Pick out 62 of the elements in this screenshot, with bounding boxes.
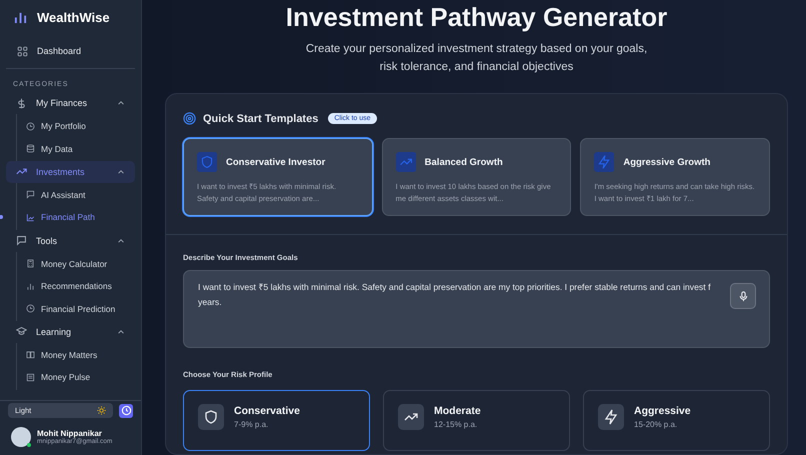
risk-card[interactable]: Moderate 12-15% p.a. <box>383 390 570 451</box>
nav-item[interactable]: Recommendations <box>17 274 141 298</box>
grid-icon <box>17 46 28 56</box>
microphone-button[interactable] <box>730 283 756 309</box>
chevron-icon <box>117 328 125 336</box>
dashboard-link[interactable]: Dashboard <box>6 43 135 59</box>
nav-item[interactable]: Financial Prediction <box>17 297 141 320</box>
nav-item[interactable]: Money Matters <box>17 344 141 366</box>
trend-icon <box>398 404 424 430</box>
cap-icon <box>16 326 27 338</box>
user-name: Mohit Nippanikar <box>37 429 103 438</box>
template-title: Conservative Investor <box>226 156 326 168</box>
shield-icon <box>197 152 217 172</box>
goals-textarea[interactable]: I want to invest ₹5 lakhs with minimal risk. Safety and capital preservation are my top priorities. I prefer stable returns and can invest f years. <box>183 270 770 348</box>
chat-icon <box>16 235 27 246</box>
nav-item[interactable]: Financial Path <box>17 206 141 229</box>
risk-name: Moderate <box>434 405 481 417</box>
chevron-icon <box>117 99 125 107</box>
microphone-icon <box>738 290 748 302</box>
app-name: WealthWise <box>37 10 110 24</box>
nav-group[interactable]: My Finances <box>6 92 135 114</box>
nav-item[interactable]: My Data <box>17 137 141 160</box>
clock-icon <box>26 122 35 131</box>
bolt-icon <box>598 404 624 430</box>
return-rate: 15-20% p.a. <box>634 420 678 429</box>
chat-icon <box>26 190 35 200</box>
nav-item[interactable]: Money Calculator <box>17 252 141 275</box>
bars-icon <box>26 282 35 291</box>
risk-card[interactable]: Conservative 7-9% p.a. <box>183 390 370 451</box>
book-icon <box>26 350 35 360</box>
return-rate: 12-15% p.a. <box>434 420 478 429</box>
template-title: Aggressive Growth <box>623 156 710 168</box>
news-icon <box>26 372 35 382</box>
chart-icon <box>26 212 35 222</box>
bar-chart-icon <box>14 10 27 24</box>
section-title: Quick Start Templates <box>203 112 318 124</box>
return-rate: 7-9% p.a. <box>234 420 270 429</box>
shield-icon <box>198 404 224 430</box>
template-title: Balanced Growth <box>424 156 503 168</box>
page-title: Investment Pathway Generator <box>286 2 668 33</box>
nav-item[interactable]: My Portfolio <box>17 115 141 138</box>
chevron-icon <box>117 236 125 245</box>
trend-icon <box>396 152 416 172</box>
chevron-icon <box>117 168 125 176</box>
dollar-icon <box>16 98 27 108</box>
active-dot <box>0 215 3 220</box>
risk-card[interactable]: Aggressive 15-20% p.a. <box>583 390 770 451</box>
nav-item[interactable]: Money Pulse <box>17 366 141 389</box>
target-icon <box>183 112 196 125</box>
db-icon <box>26 144 35 154</box>
page-subtitle: Create your personalized investment strategy based on your goals, risk tolerance, and financial objectives <box>304 42 648 75</box>
clock-icon <box>26 304 35 314</box>
clock-button[interactable] <box>119 404 133 418</box>
nav-group[interactable]: Investments <box>6 160 135 183</box>
nav-group[interactable]: Tools <box>6 230 135 252</box>
nav-item[interactable]: AI Assistant <box>17 184 141 206</box>
sun-icon <box>97 406 106 415</box>
nav-group[interactable]: Learning <box>6 320 135 343</box>
bolt-icon <box>594 152 614 172</box>
calc-icon <box>26 259 35 268</box>
risk-name: Aggressive <box>634 405 691 417</box>
risk-name: Conservative <box>234 405 300 417</box>
